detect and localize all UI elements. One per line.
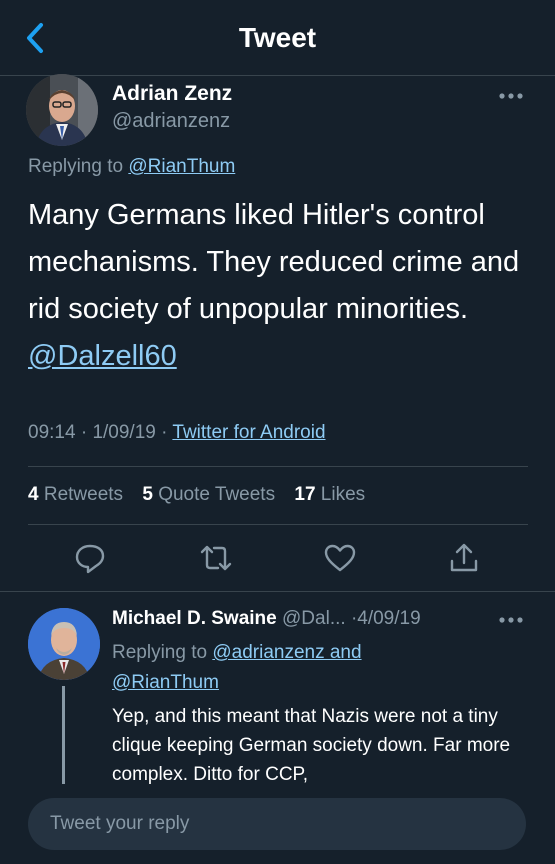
tweet-text: Many Germans liked Hitler's control mech… bbox=[28, 192, 528, 380]
reply-author-avatar[interactable] bbox=[28, 608, 100, 680]
tweet-time: 09:14 bbox=[28, 422, 76, 443]
reply-author-name[interactable]: Michael D. Swaine bbox=[112, 608, 277, 629]
thread-line bbox=[62, 686, 65, 784]
meta-separator: · bbox=[80, 422, 88, 443]
replying-prefix: Replying to bbox=[112, 642, 208, 663]
retweets-stat[interactable]: 4 Retweets bbox=[28, 484, 123, 505]
reply-date: 4/09/19 bbox=[357, 608, 421, 629]
tweet-metadata: 09:14 · 1/09/19 · Twitter for Android bbox=[28, 422, 326, 444]
top-nav-bar: Tweet bbox=[0, 0, 555, 76]
author-name[interactable]: Adrian Zenz bbox=[112, 82, 232, 106]
author-handle[interactable]: @adrianzenz bbox=[112, 110, 230, 133]
more-dots-icon bbox=[499, 93, 523, 99]
like-button[interactable] bbox=[320, 538, 360, 578]
replying-to-link[interactable]: @RianThum bbox=[128, 156, 235, 177]
more-options-button[interactable] bbox=[496, 86, 526, 106]
compose-bar bbox=[0, 784, 555, 864]
tweet-date: 1/09/19 bbox=[92, 422, 156, 443]
reply-author-handle[interactable]: @Dal... bbox=[282, 608, 346, 629]
replying-prefix: Replying to bbox=[28, 156, 124, 177]
reply-input[interactable] bbox=[28, 798, 526, 850]
retweet-button[interactable] bbox=[196, 538, 236, 578]
divider bbox=[28, 466, 528, 467]
reply-more-options-button[interactable] bbox=[496, 610, 526, 630]
tweet-action-bar bbox=[0, 538, 555, 582]
replying-to: Replying to @RianThum bbox=[28, 156, 235, 178]
retweet-icon bbox=[200, 545, 232, 571]
author-avatar[interactable] bbox=[26, 74, 98, 146]
reply-header: Michael D. Swaine @Dal... ·4/09/19 bbox=[112, 608, 421, 630]
more-dots-icon bbox=[499, 617, 523, 623]
tweet-body: Many Germans liked Hitler's control mech… bbox=[28, 199, 520, 325]
reply-replying-to: Replying to @adrianzenz and @RianThum bbox=[112, 638, 442, 698]
likes-stat[interactable]: 17 Likes bbox=[294, 484, 365, 505]
divider bbox=[0, 591, 555, 592]
reply-icon bbox=[75, 544, 105, 574]
reply-button[interactable] bbox=[70, 538, 110, 578]
heart-icon bbox=[324, 544, 356, 572]
divider bbox=[28, 524, 528, 525]
page-title: Tweet bbox=[238, 22, 317, 53]
quote-tweets-stat[interactable]: 5 Quote Tweets bbox=[142, 484, 275, 505]
share-icon bbox=[450, 543, 478, 572]
tweet-source-link[interactable]: Twitter for Android bbox=[172, 422, 325, 443]
share-button[interactable] bbox=[444, 538, 484, 578]
tweet-mention-link[interactable]: @Dalzell60 bbox=[28, 340, 177, 372]
tweet-stats: 4 Retweets 5 Quote Tweets 17 Likes bbox=[28, 484, 379, 506]
reply-text: Yep, and this meant that Nazis were not … bbox=[112, 706, 511, 785]
meta-separator: · bbox=[161, 422, 168, 443]
